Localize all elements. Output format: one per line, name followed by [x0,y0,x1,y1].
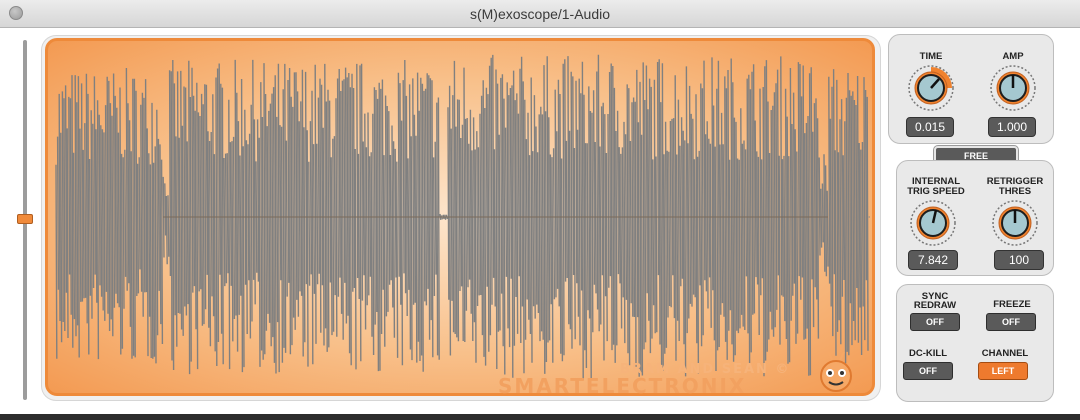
time-knob[interactable] [908,65,954,111]
channel-button[interactable]: LEFT [978,362,1028,380]
dc-kill-label: DC-KILL [909,348,947,359]
amp-label: AMP [1002,51,1024,62]
plugin-window: s(M)exoscope/1-Audio BRAM AND SEAN © SMA… [0,0,1080,420]
trig-speed-value: 7.842 [908,250,958,270]
sync-redraw-label-2: REDRAW [913,300,957,311]
sync-redraw-button[interactable]: OFF [910,313,960,331]
window-title: s(M)exoscope/1-Audio [469,6,611,22]
amp-knob[interactable] [990,65,1036,111]
time-value: 0.015 [906,117,954,137]
trig-speed-label-2: TRIG SPEED [907,186,965,197]
freeze-button[interactable]: OFF [986,313,1036,331]
dc-kill-button[interactable]: OFF [903,362,953,380]
host-status-strip [0,414,1080,420]
brand-logo-text: SMARTELECTRONIX [498,374,747,398]
trigger-level-slider-thumb[interactable] [17,214,33,224]
trig-speed-knob[interactable] [910,200,956,246]
mascot-logo-icon [820,351,852,392]
retrigger-value: 100 [994,250,1044,270]
waveform [55,54,870,380]
retrigger-label-2: THRES [998,186,1032,197]
title-bar[interactable]: s(M)exoscope/1-Audio [0,0,1080,28]
retrigger-knob[interactable] [992,200,1038,246]
freeze-label: FREEZE [993,299,1031,310]
channel-label: CHANNEL [981,348,1029,359]
oscilloscope-display[interactable] [45,38,875,396]
amp-value: 1.000 [988,117,1036,137]
time-label: TIME [919,51,943,62]
